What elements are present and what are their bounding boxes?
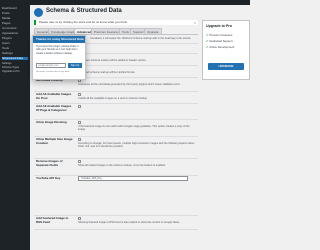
tab-premium-features[interactable]: Premium Features [91,28,122,34]
sidebar-subitem-schema-types[interactable]: Schema Types [2,66,28,69]
promo-item-label: Premium Features [209,33,233,37]
youtube-api-key-input[interactable]: Youtube_API_Key [78,176,188,181]
row-description: Show all related images in the schema ma… [78,164,166,167]
promo-item: ✔Premium Features [206,33,232,37]
sidebar-item-dashboard[interactable]: Dashboard [2,7,28,10]
row-description: If enabled, it will output the JSON-LD s… [90,37,192,40]
row-description: By default, schema markup will be added … [78,59,147,62]
sidebar-item-settings[interactable]: Settings [2,52,28,55]
multiple-size-image-checkbox[interactable] [78,138,81,141]
newsletter-popup: Thanks for using Structured Data If you … [32,35,86,80]
row-label: Add All Available Images Of Page & Categ… [36,104,72,112]
row-label: Allow Image Resizing [36,120,67,124]
popup-footer: No spam, unsubscribe at any time. [36,71,70,73]
sidebar-item-comments[interactable]: Comments [2,27,28,30]
promo-item-label: Active Development [209,45,235,49]
image-resizing-checkbox[interactable] [78,121,81,124]
sidebar-item-structured-data[interactable]: Structured Data [2,57,28,60]
notice-text: Please rate us by clicking the stars and… [39,20,128,24]
promo-item: ✔Dedicated Support [206,39,233,43]
row-label: Add Featured Image in RSS Feed [36,216,69,224]
settings-tabs: General Knowledge Graph Advanced Premium… [34,28,198,35]
admin-sidebar: Dashboard Posts Media Pages Comments App… [0,0,30,250]
main-content: Schema & Structured Data Please rate us … [30,5,250,250]
upgrade-button[interactable]: UPGRADE [208,63,244,70]
popup-title: Thanks for using Structured Data [33,36,85,43]
settings-row: Allow Image Resizing If the featured ima… [34,119,198,137]
remove-images-checkbox[interactable] [78,160,81,163]
settings-row: Add All Available Images Of Page & Categ… [34,103,198,120]
page-title: Schema & Structured Data [46,8,122,14]
sidebar-item-media[interactable]: Media [2,17,28,20]
sidebar-item-tools[interactable]: Tools [2,47,28,50]
all-images-post-checkbox[interactable] [78,93,81,96]
row-description: If the featured image do not match with … [78,125,190,132]
sidebar-subitem-settings[interactable]: Settings [2,62,28,65]
row-label: Add All Available Images On Post [36,92,72,100]
sidebar-item-pages[interactable]: Pages [2,22,28,25]
check-icon: ✔ [206,45,209,49]
row-label: Allow Multiple Size Image Creation [36,137,73,145]
sidebar-item-appearance[interactable]: Appearance [2,32,28,35]
row-description: Showing featured image in RSS feed is al… [78,221,180,224]
settings-row: YouTube API Key Youtube_API_Key [34,175,198,216]
check-icon: ✔ [206,33,209,37]
row-label: YouTube API Key [36,176,61,180]
upgrade-promo: Upgrade to Pro ✔Premium Features ✔Dedica… [202,20,250,80]
settings-row: Add Featured Image in RSS Feed Showing f… [34,215,198,230]
sidebar-item-posts[interactable]: Posts [2,12,28,15]
promo-item-label: Dedicated Support [209,39,233,43]
featured-image-rss-checkbox[interactable] [78,217,81,220]
rating-notice: Please rate us by clicking the stars and… [34,20,198,25]
row-description: It removes all the microdata generated b… [78,83,181,86]
all-images-pages-checkbox[interactable] [78,105,81,108]
email-field[interactable]: you@example.com [36,63,66,68]
settings-row: Remove Images of Separate Fields Show al… [34,158,198,176]
tab-upgrade[interactable]: Upgrade [144,28,162,34]
popup-body: If you love this plugin, please share it… [36,45,79,55]
check-icon: ✔ [206,39,209,43]
settings-row: Allow Multiple Size Image Creation Accor… [34,136,198,159]
plugin-logo-icon [34,8,43,17]
sidebar-item-plugins[interactable]: Plugins [2,37,28,40]
row-description: It adds all the available images on a po… [78,97,148,100]
promo-title: Upgrade to Pro [206,24,232,28]
promo-item: ✔Active Development [206,45,234,49]
sidebar-item-users[interactable]: Users [2,42,28,45]
row-description: According to Google, For best results, m… [78,142,195,149]
row-label: Remove Images of Separate Fields [36,159,63,167]
signup-button[interactable]: Sign Up [68,63,82,68]
close-icon[interactable]: × [194,20,196,25]
sidebar-subitem-upgrade[interactable]: Upgrade to Pro [2,70,28,73]
row-description: By default schema markup will be minifie… [78,71,136,74]
